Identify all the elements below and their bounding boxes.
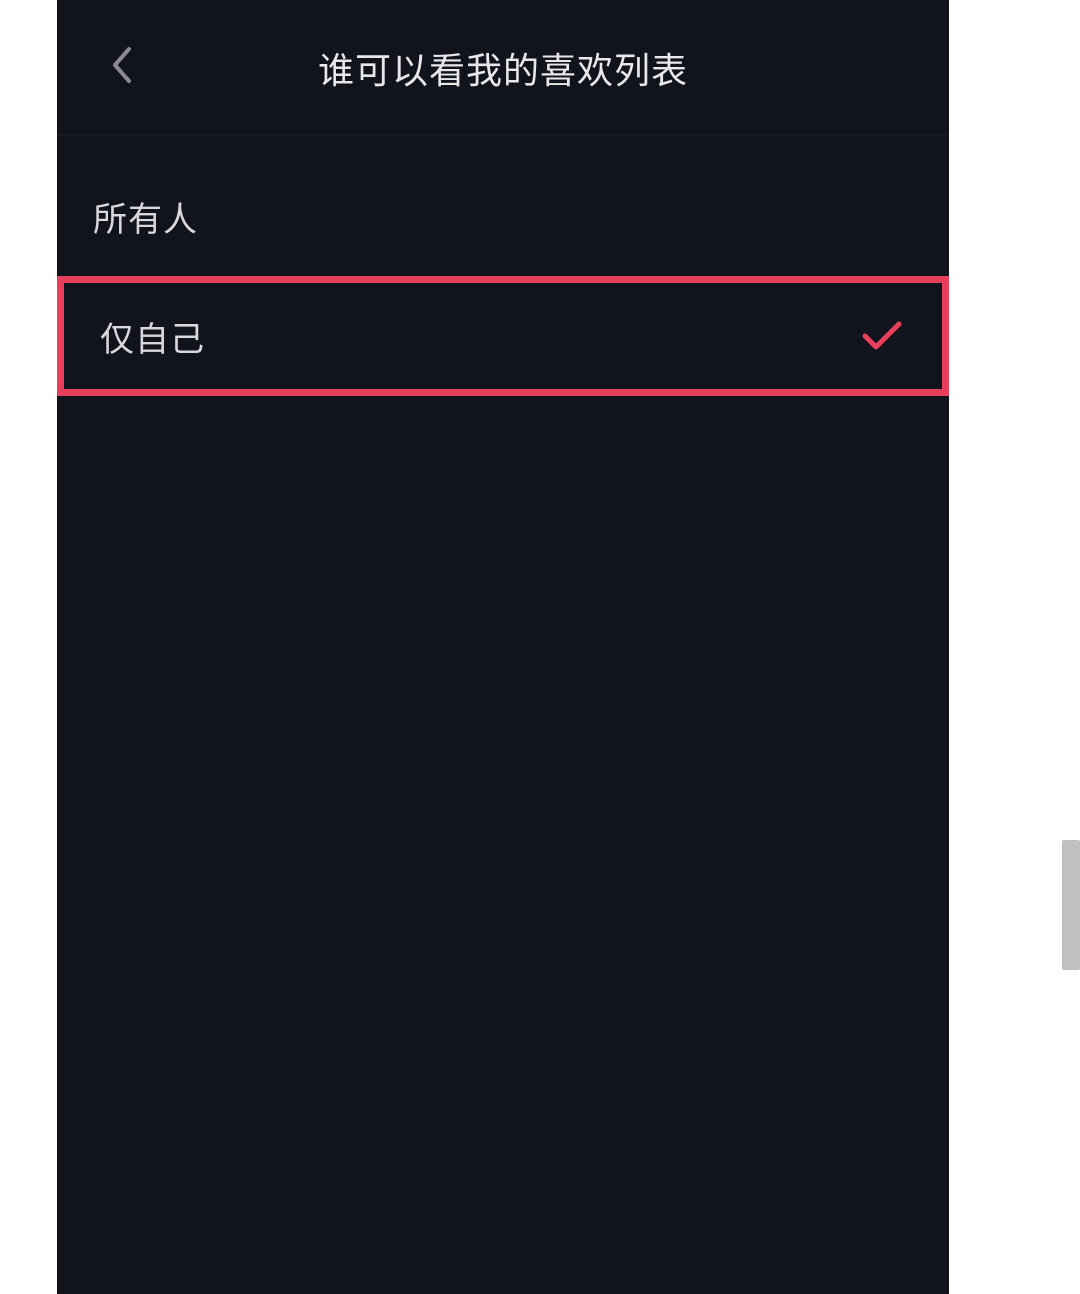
options-list: 所有人 仅自己 [57, 136, 949, 396]
page-title: 谁可以看我的喜欢列表 [57, 42, 949, 94]
app-screen: 谁可以看我的喜欢列表 所有人 仅自己 [57, 0, 949, 1294]
header-bar: 谁可以看我的喜欢列表 [57, 0, 949, 136]
scrollbar-thumb[interactable] [1062, 840, 1080, 970]
back-button[interactable] [97, 44, 145, 92]
option-label: 仅自己 [100, 312, 205, 361]
chevron-left-icon [110, 46, 132, 89]
check-icon [858, 312, 906, 360]
option-everyone[interactable]: 所有人 [57, 156, 949, 276]
option-label: 所有人 [93, 192, 198, 241]
option-only-me[interactable]: 仅自己 [57, 276, 949, 396]
